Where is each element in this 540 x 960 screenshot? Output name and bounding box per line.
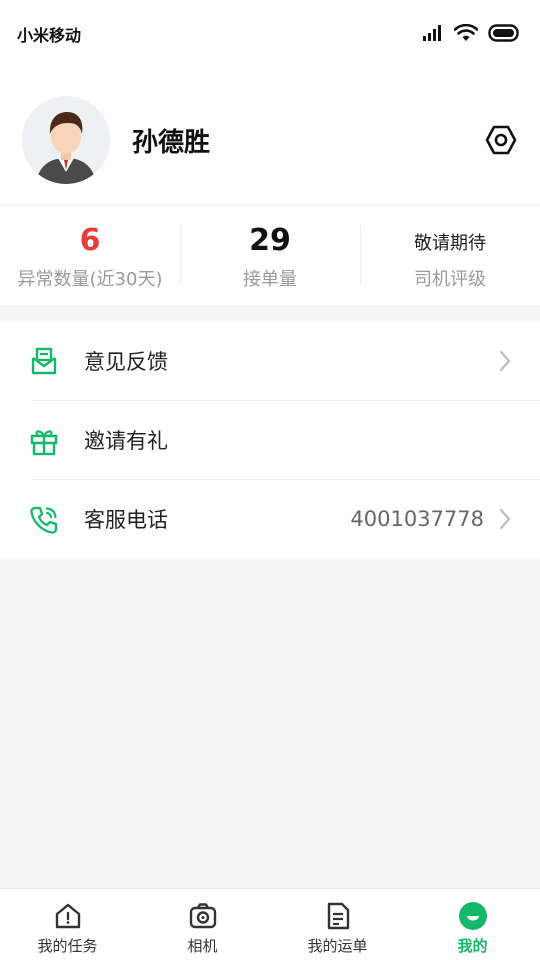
stat-label: 司机评级	[414, 269, 486, 290]
stat-driver-rating[interactable]: 敬请期待 司机评级	[360, 205, 540, 305]
tab-label: 我的运单	[307, 937, 368, 955]
feedback-mail-icon	[31, 347, 57, 375]
stat-label: 接单量	[243, 269, 297, 290]
menu-item-customer-service[interactable]: 客服电话 4001037778	[30, 479, 540, 558]
camera-icon	[189, 903, 216, 929]
tab-label: 我的	[457, 937, 488, 955]
phone-icon	[30, 506, 58, 534]
avatar-icon	[22, 96, 110, 184]
home-task-icon	[55, 903, 80, 929]
wifi-icon	[454, 24, 478, 41]
tab-mine[interactable]: 我的	[405, 889, 540, 960]
menu-item-invite[interactable]: 邀请有礼	[30, 400, 540, 479]
stat-label: 异常数量(近30天)	[17, 269, 163, 290]
bottom-tab-bar: 我的任务 相机 我的运单 我的	[0, 888, 540, 960]
tab-label: 相机	[187, 937, 218, 955]
settings-icon	[485, 125, 517, 155]
stat-value: 6	[79, 223, 101, 258]
menu-item-label: 邀请有礼	[84, 429, 168, 453]
user-name: 孙德胜	[132, 128, 211, 158]
avatar[interactable]	[22, 96, 110, 184]
signal-icon	[423, 25, 441, 41]
chevron-right-icon	[499, 508, 511, 530]
menu-list: 意见反馈 邀请有礼 客服电话 4001037778	[0, 321, 540, 559]
profile-smile-icon	[458, 902, 487, 930]
gift-icon	[30, 430, 58, 456]
tab-my-waybills[interactable]: 我的运单	[270, 889, 405, 960]
menu-item-label: 客服电话	[84, 508, 168, 532]
tab-label: 我的任务	[37, 937, 98, 955]
stat-abnormal-count[interactable]: 6 异常数量(近30天)	[0, 205, 180, 305]
stat-value: 29	[249, 223, 291, 258]
tab-camera[interactable]: 相机	[135, 889, 270, 960]
stats-row: 6 异常数量(近30天) 29 接单量 敬请期待 司机评级	[0, 205, 540, 305]
stat-order-count[interactable]: 29 接单量	[180, 205, 360, 305]
phone-number: 4001037778	[350, 507, 484, 531]
profile-header: 孙德胜	[0, 66, 540, 204]
document-icon	[327, 902, 349, 930]
settings-button[interactable]	[484, 123, 518, 157]
menu-item-feedback[interactable]: 意见反馈	[0, 321, 540, 400]
stat-value: 敬请期待	[414, 233, 486, 254]
menu-item-label: 意见反馈	[84, 349, 168, 374]
tab-my-tasks[interactable]: 我的任务	[0, 889, 135, 960]
carrier-name: 小米移动	[17, 26, 82, 45]
chevron-right-icon	[499, 350, 511, 371]
status-icons	[422, 22, 520, 44]
status-bar: 小米移动	[0, 0, 540, 66]
battery-icon	[488, 24, 519, 42]
